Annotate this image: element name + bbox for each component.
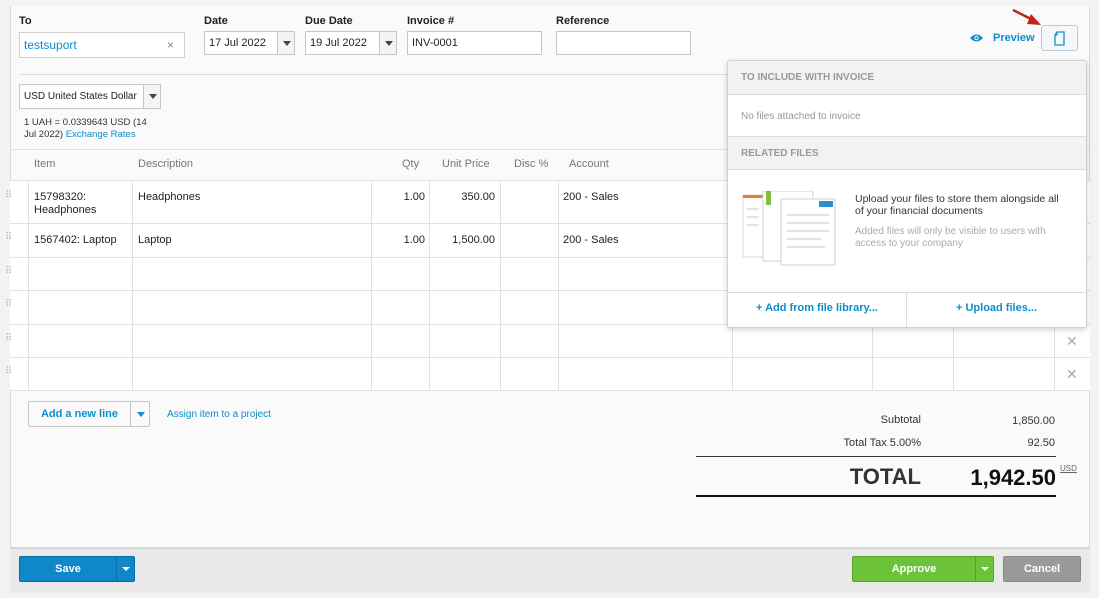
column-description: Description — [138, 158, 194, 170]
column-divider — [500, 180, 501, 391]
delete-row-icon[interactable]: ✕ — [1066, 366, 1078, 383]
upload-title: Upload your files to store them alongsid… — [855, 193, 1059, 217]
add-from-library-button[interactable]: + Add from file library... — [728, 302, 906, 314]
table-row[interactable] — [10, 325, 1090, 358]
approve-button[interactable]: Approve — [853, 557, 975, 581]
header-divider — [19, 74, 729, 75]
attach-files-button[interactable] — [1041, 25, 1078, 51]
clear-contact-icon[interactable]: × — [167, 33, 174, 57]
approve-dropdown-icon[interactable] — [975, 557, 994, 581]
total-value: 1,942.50 — [970, 465, 1056, 490]
totals-divider — [696, 456, 1056, 457]
to-label: To — [19, 15, 32, 27]
no-files-text: No files attached to invoice — [741, 111, 861, 122]
column-qty: Qty — [402, 158, 420, 170]
drag-handle-icon[interactable]: ⠿ — [5, 233, 12, 243]
drag-handle-icon[interactable]: ⠿ — [5, 367, 12, 377]
due-date-dropdown-icon[interactable] — [379, 32, 396, 54]
due-date-input[interactable]: 19 Jul 2022 — [305, 31, 397, 55]
related-header: RELATED FILES — [728, 136, 1086, 170]
item-unit-price[interactable]: 1,500.00 — [429, 234, 495, 247]
column-divider — [28, 180, 29, 391]
item-qty[interactable]: 1.00 — [371, 191, 425, 204]
item-qty[interactable]: 1.00 — [371, 234, 425, 247]
save-group: Save — [19, 556, 135, 582]
files-panel: TO INCLUDE WITH INVOICE No files attache… — [727, 60, 1087, 328]
assign-project-link[interactable]: Assign item to a project — [167, 409, 271, 420]
date-input[interactable]: 17 Jul 2022 — [204, 31, 295, 55]
tax-value: 92.50 — [1027, 437, 1055, 449]
exchange-rate-info: 1 UAH = 0.0339643 USD (14 Jul 2022) Exch… — [24, 117, 147, 141]
panel-divider — [728, 292, 1086, 293]
add-line-dropdown-icon[interactable] — [130, 402, 150, 426]
upload-files-button[interactable]: + Upload files... — [907, 302, 1086, 314]
contact-value: testsuport — [24, 38, 77, 52]
preview-link[interactable]: Preview — [969, 32, 1035, 44]
rate-line-1: 1 UAH = 0.0339643 USD (14 — [24, 117, 147, 128]
reference-input[interactable] — [556, 31, 691, 55]
currency-dropdown-icon[interactable] — [143, 85, 160, 108]
cancel-button[interactable]: Cancel — [1003, 556, 1081, 582]
contact-input[interactable]: testsuport × — [19, 32, 185, 58]
column-account: Account — [569, 158, 609, 170]
item-unit-price[interactable]: 350.00 — [429, 191, 495, 204]
eye-icon — [970, 34, 983, 42]
invoice-number-label: Invoice # — [407, 15, 455, 27]
column-divider — [558, 180, 559, 391]
drag-handle-icon[interactable]: ⠿ — [5, 267, 12, 277]
red-arrow-annotation — [1012, 8, 1041, 25]
column-unit-price: Unit Price — [442, 158, 490, 170]
include-header: TO INCLUDE WITH INVOICE — [728, 61, 1086, 95]
invoice-editor: To testsuport × Date 17 Jul 2022 Due Dat… — [0, 0, 1099, 598]
add-line-button[interactable]: Add a new line — [29, 402, 130, 426]
item-code[interactable]: 1567402: Laptop — [34, 234, 129, 247]
reference-label: Reference — [556, 15, 610, 27]
save-button[interactable]: Save — [20, 557, 116, 581]
total-label: TOTAL — [849, 464, 921, 489]
item-description[interactable]: Headphones — [138, 191, 200, 204]
column-divider — [132, 180, 133, 391]
drag-handle-icon[interactable]: ⠿ — [5, 334, 12, 344]
item-account[interactable]: 200 - Sales — [563, 234, 619, 247]
subtotal-label: Subtotal — [880, 414, 921, 426]
delete-row-icon[interactable]: ✕ — [1066, 333, 1078, 350]
drag-handle-icon[interactable]: ⠿ — [5, 191, 12, 201]
invoice-number-input[interactable]: INV-0001 — [407, 31, 542, 55]
item-description[interactable]: Laptop — [138, 234, 172, 247]
column-divider — [429, 180, 430, 391]
due-date-label: Due Date — [305, 15, 353, 27]
file-icon — [1054, 31, 1065, 46]
currency-select[interactable]: USD United States Dollar — [19, 84, 161, 109]
save-dropdown-icon[interactable] — [116, 557, 135, 581]
date-value: 17 Jul 2022 — [209, 37, 266, 49]
total-underline — [696, 495, 1056, 497]
exchange-rates-link[interactable]: Exchange Rates — [66, 129, 136, 140]
approve-group: Approve — [852, 556, 994, 582]
preview-label: Preview — [993, 32, 1035, 44]
column-item: Item — [34, 158, 56, 170]
item-code[interactable]: 15798320: Headphones — [34, 191, 129, 217]
add-line-group: Add a new line — [28, 401, 150, 427]
upload-note: Added files will only be visible to user… — [855, 226, 1046, 249]
date-dropdown-icon[interactable] — [277, 32, 294, 54]
column-discount: Disc % — [514, 158, 549, 170]
tax-label: Total Tax 5.00% — [843, 437, 921, 449]
invoice-number-value: INV-0001 — [412, 37, 458, 49]
table-row[interactable] — [10, 358, 1090, 391]
drag-handle-icon[interactable]: ⠿ — [5, 300, 12, 310]
rate-line-2: Jul 2022) — [24, 129, 64, 140]
item-account[interactable]: 200 - Sales — [563, 191, 619, 204]
column-divider — [371, 180, 372, 391]
subtotal-value: 1,850.00 — [1012, 415, 1055, 427]
date-label: Date — [204, 15, 228, 27]
due-date-value: 19 Jul 2022 — [310, 37, 367, 49]
currency-value: USD United States Dollar — [24, 91, 137, 102]
total-currency: USD — [1060, 464, 1077, 473]
documents-illustration-icon — [742, 191, 836, 266]
